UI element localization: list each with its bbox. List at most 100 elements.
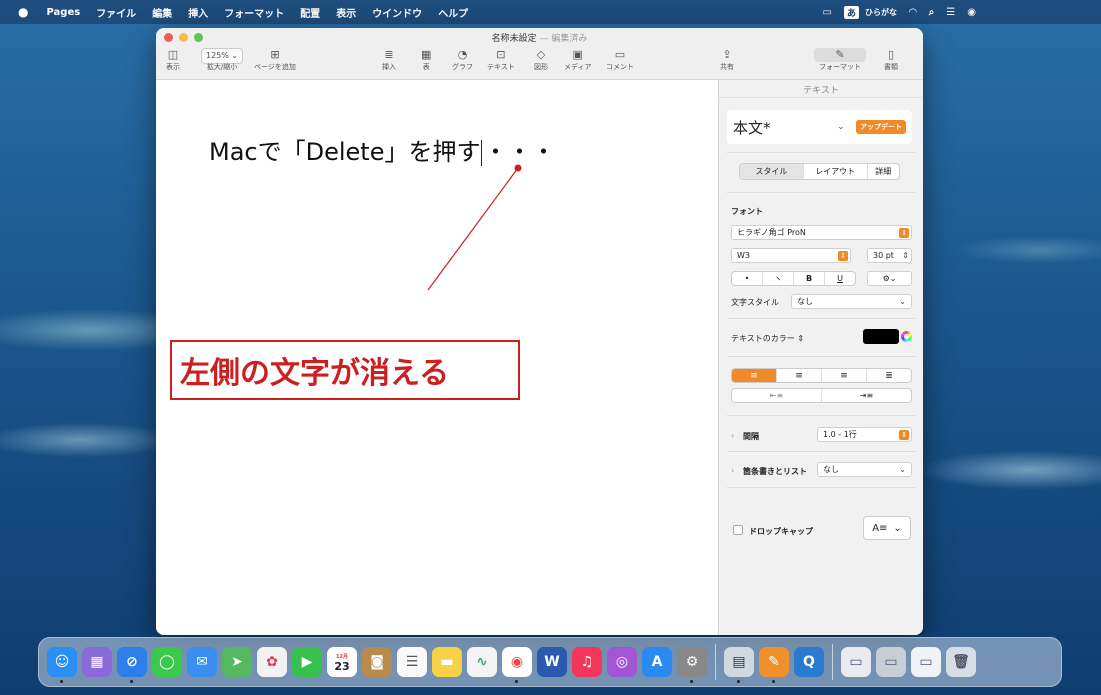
recent-window-2-icon[interactable]: ▭	[876, 647, 906, 677]
shape-button[interactable]: ◇ 図形	[534, 48, 548, 72]
font-weight-dropdown[interactable]: W3 ⇕	[731, 248, 851, 263]
dropcap-checkbox[interactable]	[733, 525, 743, 535]
font-family-dropdown[interactable]: ヒラギノ角ゴ ProN ⇕	[731, 225, 912, 240]
text-button[interactable]: ⊡ テキスト	[487, 48, 515, 72]
outdent-icon[interactable]: ⇤≡	[732, 389, 822, 402]
menu-pages[interactable]: Pages	[38, 7, 88, 18]
stepper-icon[interactable]: ⇕	[902, 251, 909, 260]
segment-style[interactable]: スタイル	[740, 164, 804, 179]
wifi-icon[interactable]: ◠	[909, 7, 917, 18]
zoom-control[interactable]: 125% ⌄ 拡大/縮小	[201, 48, 244, 72]
control-center-icon[interactable]: ☰	[946, 7, 955, 18]
chevron-right-icon[interactable]: ›	[731, 431, 734, 440]
text-color-label-wrap[interactable]: テキストのカラー ⇕	[731, 333, 804, 344]
ime-indicator[interactable]: あ	[843, 5, 859, 19]
char-style-dropdown[interactable]: なし ⌄	[791, 294, 912, 309]
divider	[727, 152, 915, 153]
document-body-text[interactable]: Macで「Delete」を押す ・・・	[209, 132, 555, 167]
chevron-down-icon: ⌄	[837, 122, 845, 132]
finder-icon[interactable]: ☺	[47, 647, 77, 683]
format-button[interactable]: ✎ フォーマット	[814, 48, 866, 72]
dropcap-label: ドロップキャップ	[749, 527, 813, 536]
mail-icon[interactable]: ✉	[187, 647, 217, 677]
insert-button[interactable]: ≣ 挿入	[382, 48, 396, 72]
podcasts-icon[interactable]: ◎	[607, 647, 637, 677]
inspector-tab-text[interactable]: テキスト	[719, 80, 923, 98]
photos-icon[interactable]: ✿	[257, 647, 287, 677]
media-button[interactable]: ▣ メディア	[564, 48, 592, 72]
zoom-value: 125%	[206, 51, 229, 60]
document-title: 名称未設定 — 編集済み	[156, 31, 923, 44]
quicktime-icon[interactable]: Q	[794, 647, 824, 677]
menu-help[interactable]: ヘルプ	[430, 5, 476, 20]
document-button[interactable]: ▯ 書類	[884, 48, 898, 72]
emphasis-mark-button[interactable]: ヽ	[763, 272, 794, 285]
share-button[interactable]: ⇪ 共有	[720, 48, 734, 72]
system-settings-icon[interactable]: ⚙	[677, 647, 707, 683]
text-color-swatch[interactable]	[863, 329, 899, 344]
word-icon[interactable]: W	[537, 647, 567, 677]
spotlight-icon[interactable]: ⌕	[929, 7, 935, 18]
paragraph-style-selector[interactable]: 本文* ⌄ アップデート	[727, 110, 912, 144]
menu-view[interactable]: 表示	[328, 5, 364, 20]
underline-button[interactable]: U	[825, 272, 855, 285]
maps-icon[interactable]: ➤	[222, 647, 252, 677]
bold-button[interactable]: B	[794, 272, 825, 285]
messages-icon[interactable]: ◯	[152, 647, 182, 677]
zoom-dropdown[interactable]: 125% ⌄	[201, 48, 244, 64]
table-button[interactable]: ▦ 表	[421, 48, 431, 72]
siri-icon[interactable]: ◉	[967, 7, 976, 18]
preview-icon[interactable]: ▤	[724, 647, 754, 683]
align-center-icon[interactable]: ≡	[777, 369, 822, 382]
segment-more[interactable]: 詳細	[868, 164, 899, 179]
recent-window-3-icon[interactable]: ▭	[911, 647, 941, 677]
document-canvas[interactable]: Macで「Delete」を押す ・・・ 左側の文字が消える	[156, 80, 718, 635]
bullets-dropdown[interactable]: なし ⌄	[817, 462, 912, 477]
dock-separator	[715, 644, 716, 680]
color-wheel-icon[interactable]	[901, 331, 912, 342]
menu-file[interactable]: ファイル	[88, 5, 144, 20]
ime-mode-label[interactable]: ひらがな	[865, 7, 897, 18]
menu-window[interactable]: ウインドウ	[364, 5, 430, 20]
reminders-icon[interactable]: ☰	[397, 647, 427, 677]
align-right-icon[interactable]: ≡	[822, 369, 867, 382]
menu-format[interactable]: フォーマット	[216, 5, 292, 20]
align-justify-icon[interactable]: ≣	[867, 369, 911, 382]
chart-button[interactable]: ◔ グラフ	[452, 48, 473, 72]
menu-insert[interactable]: 挿入	[180, 5, 216, 20]
chrome-icon[interactable]: ◉	[502, 647, 532, 683]
launchpad-icon[interactable]: ▦	[82, 647, 112, 677]
bullets-label[interactable]: 箇条書きとリスト	[743, 466, 807, 477]
trash-icon[interactable]: 🗑	[946, 647, 976, 677]
zoom-label: 拡大/縮小	[206, 63, 238, 71]
spacing-label[interactable]: 間隔	[743, 431, 759, 442]
view-button[interactable]: ◫ 表示	[166, 48, 180, 72]
indent-icon[interactable]: ⇥≡	[822, 389, 911, 402]
bullet-button[interactable]: •	[732, 272, 763, 285]
safari-icon[interactable]: ⊘	[117, 647, 147, 683]
menu-edit[interactable]: 編集	[144, 5, 180, 20]
update-style-button[interactable]: アップデート	[856, 120, 906, 134]
chevron-right-icon[interactable]: ›	[731, 466, 734, 475]
add-page-button[interactable]: ⊞ ページを追加	[254, 48, 296, 72]
calendar-icon[interactable]: 12月 23	[327, 647, 357, 677]
align-left-icon[interactable]: ≡	[732, 369, 777, 382]
facetime-icon[interactable]: ▶	[292, 647, 322, 677]
segment-layout[interactable]: レイアウト	[804, 164, 868, 179]
freeform-icon[interactable]: ∿	[467, 647, 497, 677]
battery-icon[interactable]: ▭	[823, 7, 832, 18]
font-size-field[interactable]: 30 pt ⇕	[867, 248, 912, 263]
apple-icon[interactable]: ●	[0, 5, 38, 19]
recent-window-1-icon[interactable]: ▭	[841, 647, 871, 677]
comment-button[interactable]: ▭ コメント	[606, 48, 634, 72]
music-icon[interactable]: ♫	[572, 647, 602, 677]
dropcap-style-button[interactable]: A≡ ⌄	[863, 516, 911, 540]
menu-arrange[interactable]: 配置	[292, 5, 328, 20]
text-options-button[interactable]: ⚙⌄	[867, 271, 912, 286]
pages-icon[interactable]: ✎	[759, 647, 789, 683]
contacts-icon[interactable]: ◙	[362, 647, 392, 677]
notes-icon[interactable]: ▬	[432, 647, 462, 677]
spacing-dropdown[interactable]: 1.0 - 1行 ⇕	[817, 427, 912, 442]
app-store-icon[interactable]: A	[642, 647, 672, 677]
media-icon: ▣	[572, 48, 583, 61]
